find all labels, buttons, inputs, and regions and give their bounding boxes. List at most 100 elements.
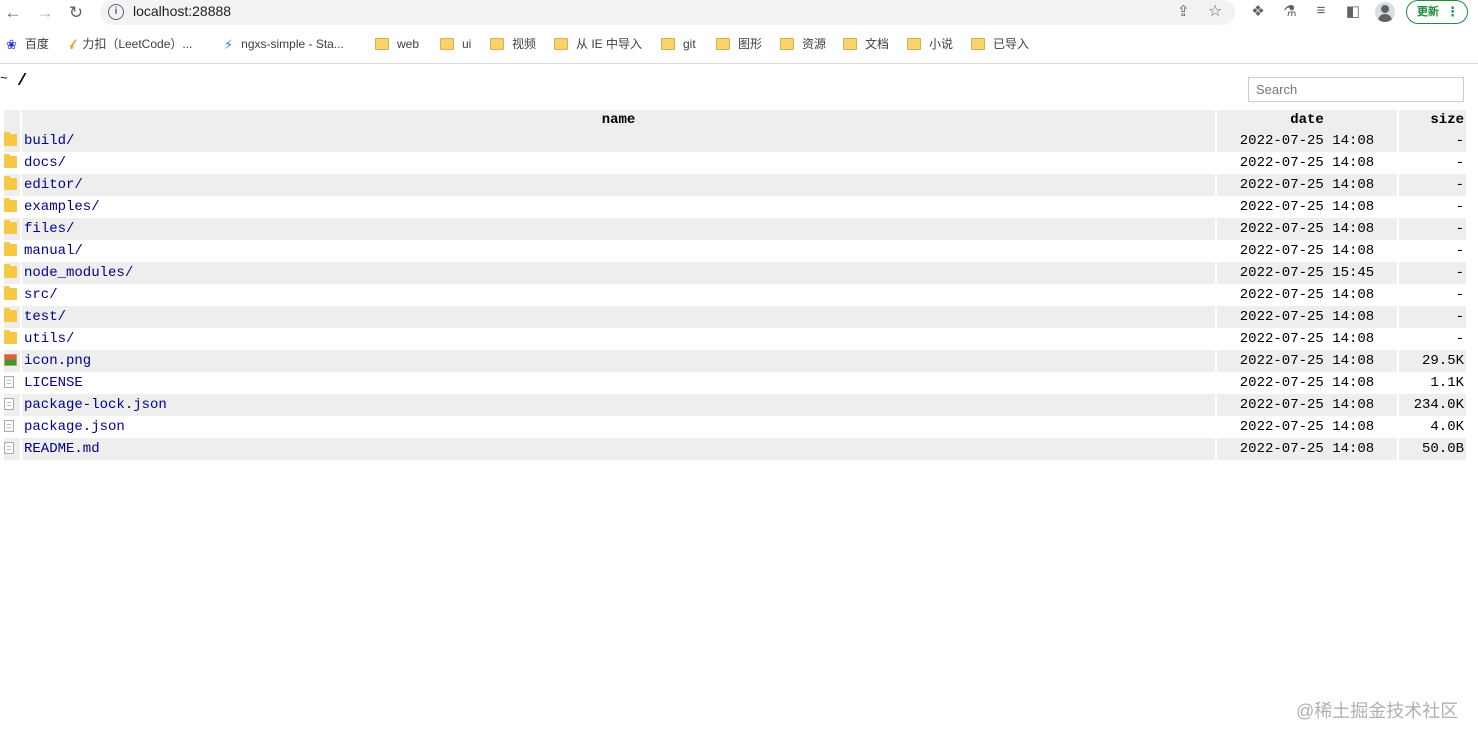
reading-list-icon[interactable]: ≡ xyxy=(1311,2,1331,19)
forward-arrow-icon[interactable]: → xyxy=(34,2,56,24)
bookmark-folder-imported[interactable]: 已导入 xyxy=(971,32,1029,56)
table-row[interactable]: README.md 2022-07-25 14:08 50.0B xyxy=(4,438,1466,460)
file-link[interactable]: files/ xyxy=(24,221,74,237)
file-link[interactable]: README.md xyxy=(24,441,100,457)
file-date-cell: 2022-07-25 14:08 xyxy=(1217,438,1397,460)
bookmark-folder-ie-import[interactable]: 从 IE 中导入 xyxy=(554,32,642,56)
table-row[interactable]: examples/2022-07-25 14:08 - xyxy=(4,196,1466,218)
file-link[interactable]: build/ xyxy=(24,133,74,149)
table-row[interactable]: test/2022-07-25 14:08- xyxy=(4,306,1466,328)
bookmark-label: 力扣（LeetCode）... xyxy=(82,37,193,51)
back-arrow-icon[interactable]: ← xyxy=(2,2,24,24)
reload-icon[interactable]: ↻ xyxy=(65,2,87,24)
extensions-puzzle-icon[interactable]: ❖ xyxy=(1248,2,1268,20)
folder-icon xyxy=(4,286,17,301)
file-link[interactable]: package.json xyxy=(24,419,125,435)
share-icon[interactable]: ⇪ xyxy=(1177,2,1190,20)
table-row[interactable]: manual/2022-07-25 14:08 - xyxy=(4,240,1466,262)
search-input[interactable] xyxy=(1248,77,1464,102)
file-link[interactable]: editor/ xyxy=(24,177,83,193)
file-type-cell xyxy=(4,416,20,438)
file-name-cell: package.json xyxy=(22,416,1215,438)
file-name-cell: LICENSE xyxy=(22,372,1215,394)
bookmark-baidu[interactable]: ❀ 百度 xyxy=(6,32,49,56)
table-row[interactable]: editor/2022-07-25 14:08- xyxy=(4,174,1466,196)
file-name-cell: icon.png xyxy=(22,350,1215,372)
bookmark-label: web xyxy=(397,37,420,51)
bookmark-label: git xyxy=(683,37,696,51)
leetcode-icon: 𝓁 xyxy=(70,36,75,52)
file-size-cell: - xyxy=(1399,306,1466,328)
home-link[interactable]: ~ xyxy=(0,71,8,86)
update-button[interactable]: 更新 ⋮ xyxy=(1406,0,1468,24)
file-link[interactable]: utils/ xyxy=(24,331,74,347)
bookmark-star-icon[interactable]: ☆ xyxy=(1208,1,1222,21)
bookmark-folder-graphics[interactable]: 图形 xyxy=(716,32,762,56)
folder-icon xyxy=(843,37,857,50)
bookmark-label: ngxs-simple - Sta... xyxy=(241,37,344,51)
folder-icon xyxy=(907,37,921,50)
file-name-cell: build/ xyxy=(22,130,1215,152)
table-row[interactable]: icon.png 2022-07-25 14:08 29.5K xyxy=(4,350,1466,372)
file-name-cell: README.md xyxy=(22,438,1215,460)
folder-icon xyxy=(4,242,17,257)
bookmark-folder-web[interactable]: web xyxy=(375,32,419,56)
file-size-cell: - xyxy=(1399,130,1466,152)
file-size-cell: - xyxy=(1455,243,1464,259)
bookmark-folder-git[interactable]: git xyxy=(661,32,696,56)
table-row[interactable]: package.json 2022-07-25 14:08 4.0K xyxy=(4,416,1466,438)
bookmark-label: 百度 xyxy=(24,37,49,51)
bookmark-folder-resources[interactable]: 资源 xyxy=(780,32,826,56)
bookmark-folder-ui[interactable]: ui xyxy=(440,32,471,56)
bookmark-folder-docs[interactable]: 文档 xyxy=(843,32,889,56)
bookmark-label: 文档 xyxy=(865,37,890,51)
file-name-cell: manual/ xyxy=(22,240,1215,262)
table-header-row: name date size xyxy=(4,110,1466,130)
bookmark-ngxs-simple[interactable]: ⚡ ngxs-simple - Sta... xyxy=(224,32,344,56)
bookmark-leetcode[interactable]: 𝓁 力扣（LeetCode）... xyxy=(70,32,192,56)
folder-icon xyxy=(4,132,17,147)
file-link[interactable]: manual/ xyxy=(24,243,83,259)
labs-flask-icon[interactable]: ⚗ xyxy=(1280,2,1300,20)
table-row[interactable]: build/2022-07-25 14:08- xyxy=(4,130,1466,152)
file-size-cell: - xyxy=(1399,218,1466,240)
address-bar[interactable]: i localhost:28888 ⇪ ☆ xyxy=(100,0,1235,25)
table-row[interactable]: LICENSE 2022-07-25 14:08 1.1K xyxy=(4,372,1466,394)
table-row[interactable]: utils/2022-07-25 14:08 - xyxy=(4,328,1466,350)
file-link[interactable]: docs/ xyxy=(24,155,66,171)
side-panel-icon[interactable]: ◧ xyxy=(1343,2,1363,20)
file-link[interactable]: test/ xyxy=(24,309,66,325)
file-rows: build/2022-07-25 14:08- docs/2022-07-25 1… xyxy=(4,130,1466,460)
bookmark-folder-video[interactable]: 视频 xyxy=(490,32,536,56)
table-row[interactable]: src/2022-07-25 14:08 - xyxy=(4,284,1466,306)
file-name-cell: node_modules/ xyxy=(22,262,1215,284)
profile-avatar-icon[interactable] xyxy=(1375,2,1395,22)
file-link[interactable]: node_modules/ xyxy=(24,265,133,281)
file-icon xyxy=(4,398,14,411)
file-size-cell: 234.0K xyxy=(1399,394,1466,416)
file-link[interactable]: src/ xyxy=(24,287,58,303)
site-info-icon[interactable]: i xyxy=(108,4,124,20)
bookmark-folder-novels[interactable]: 小说 xyxy=(907,32,953,56)
watermark: @稀土掘金技术社区 xyxy=(1296,701,1459,721)
file-link[interactable]: LICENSE xyxy=(24,375,83,391)
bookmark-label: 资源 xyxy=(802,37,827,51)
table-row[interactable]: package-lock.json 2022-07-25 14:08 234.0K xyxy=(4,394,1466,416)
date-column-header[interactable]: date xyxy=(1217,110,1397,130)
bookmark-label: 图形 xyxy=(738,37,763,51)
size-column-header[interactable]: size xyxy=(1399,110,1466,130)
file-link[interactable]: examples/ xyxy=(24,199,100,215)
file-name-cell: test/ xyxy=(22,306,1215,328)
file-date-cell: 2022-07-25 14:08 xyxy=(1239,287,1375,303)
folder-icon xyxy=(4,154,17,169)
url-text[interactable]: localhost:28888 xyxy=(133,3,231,19)
folder-icon xyxy=(4,220,17,235)
table-row[interactable]: files/2022-07-25 14:08- xyxy=(4,218,1466,240)
table-row[interactable]: docs/2022-07-25 14:08 - xyxy=(4,152,1466,174)
table-row[interactable]: node_modules/2022-07-25 15:45- xyxy=(4,262,1466,284)
file-link[interactable]: icon.png xyxy=(24,353,91,369)
file-link[interactable]: package-lock.json xyxy=(24,397,167,413)
file-type-cell xyxy=(4,130,20,152)
file-size-cell: - xyxy=(1455,287,1464,303)
name-column-header[interactable]: name xyxy=(22,110,1215,130)
